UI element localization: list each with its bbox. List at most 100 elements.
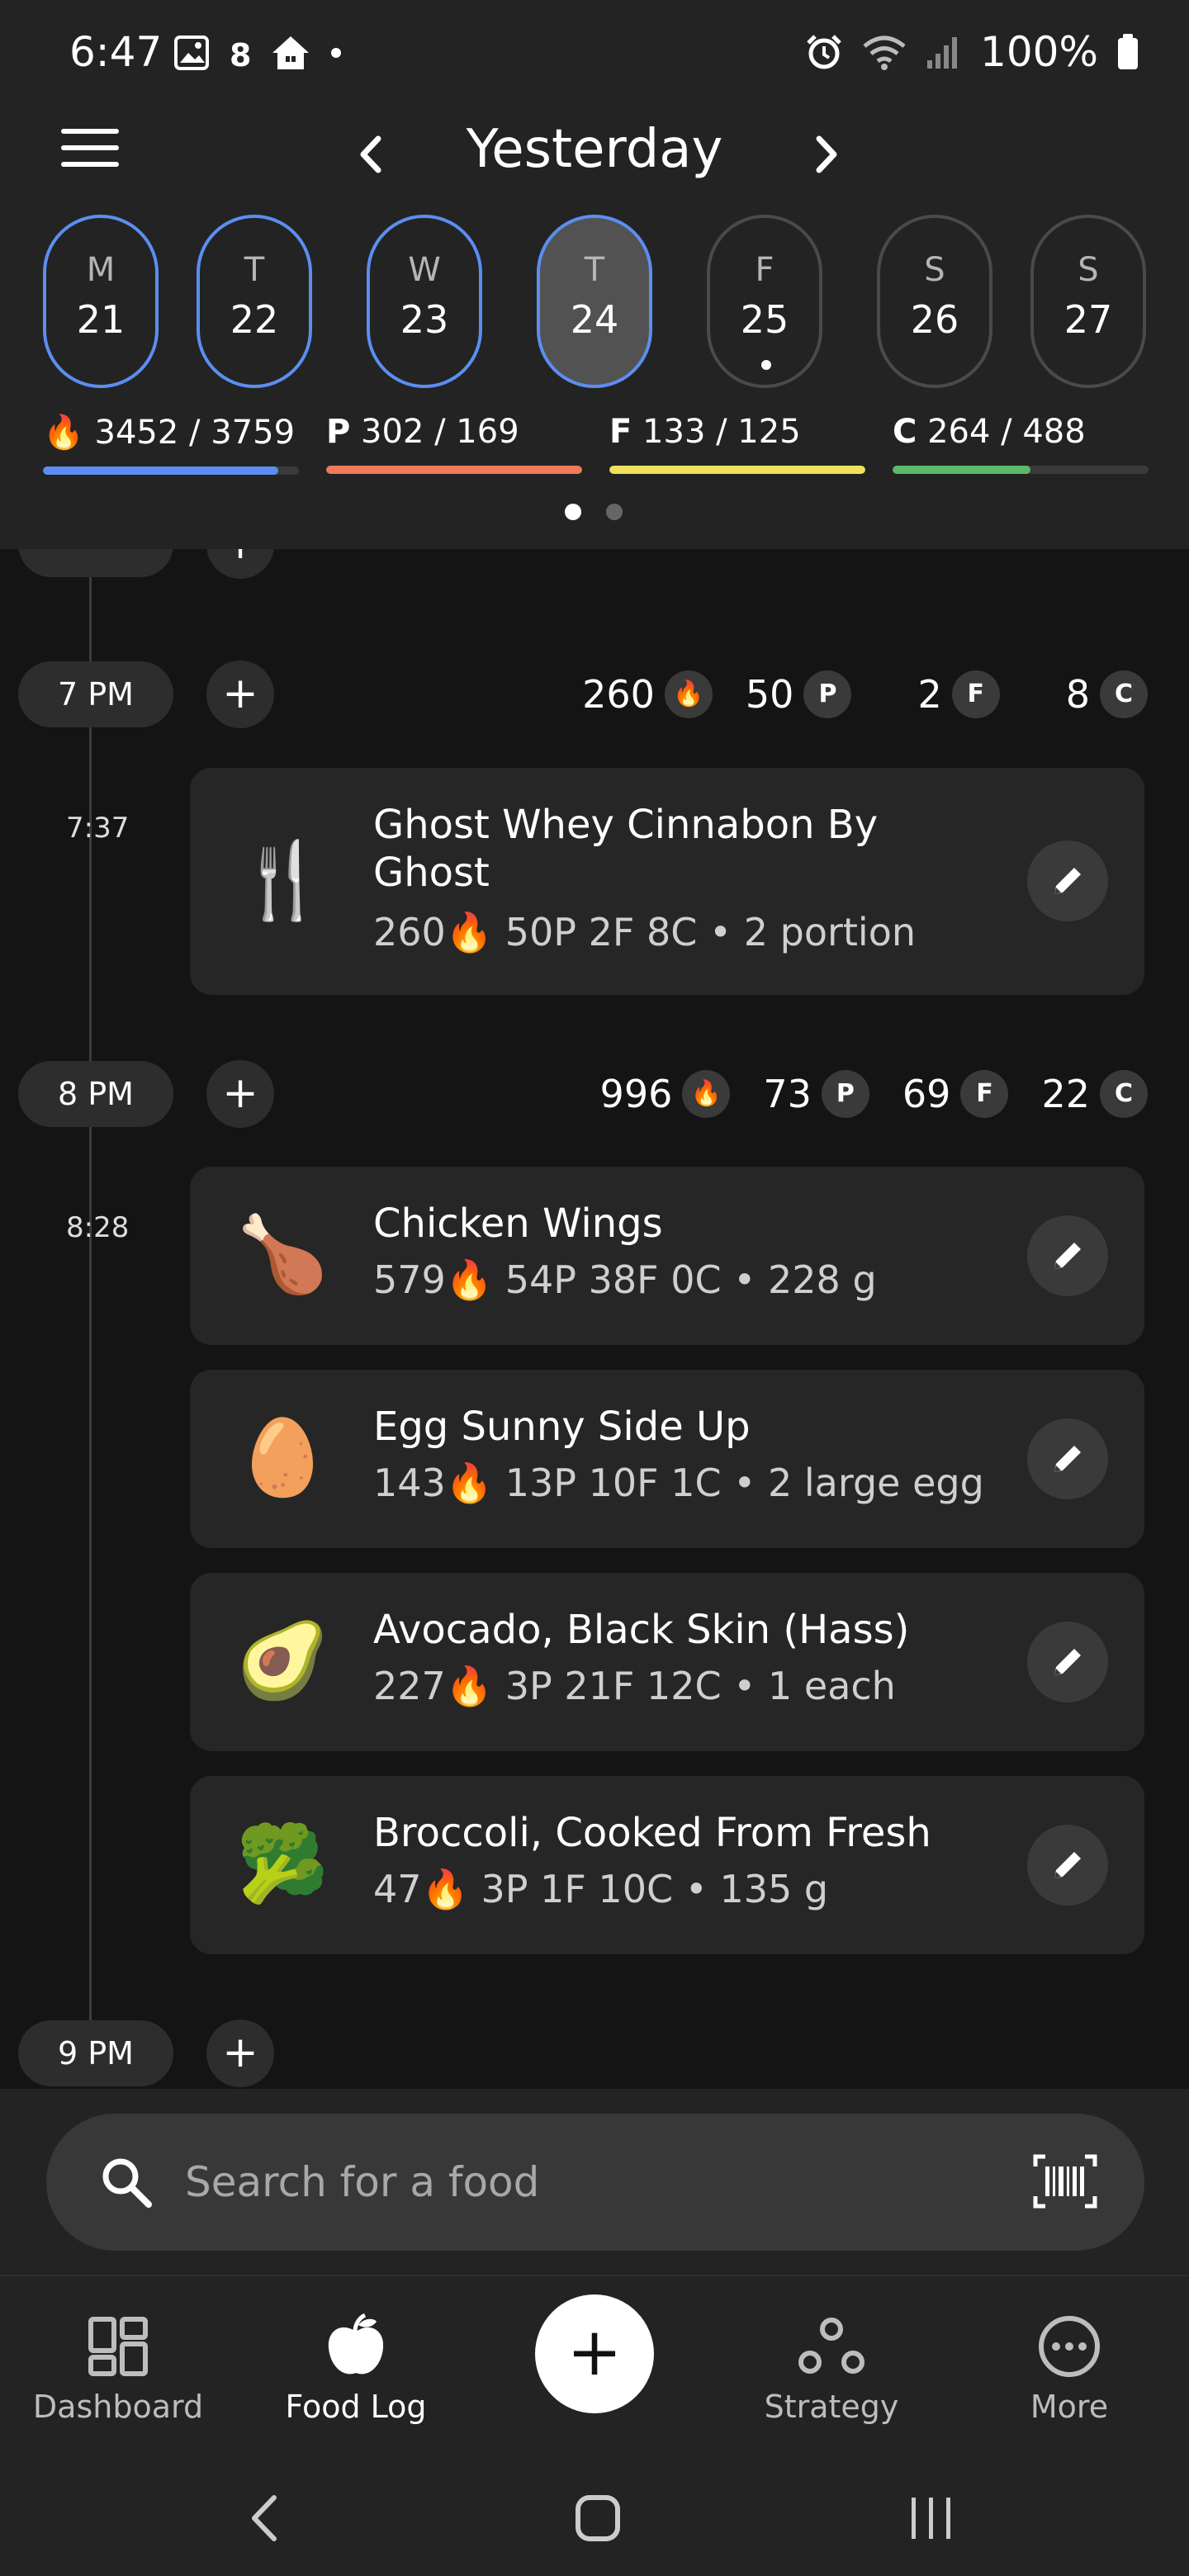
day-selector-fri-today[interactable]: F 25: [707, 215, 822, 388]
edit-entry-button[interactable]: [1027, 1215, 1108, 1296]
page-dot: [606, 504, 623, 520]
flame-icon: 🔥: [445, 910, 494, 954]
protein-value: 302 / 169: [361, 413, 519, 451]
food-entry-card[interactable]: 🥑 Avocado, Black Skin (Hass) 227🔥 3P 21F…: [190, 1573, 1144, 1751]
protein-badge: P: [821, 1070, 869, 1118]
day-selector-tue[interactable]: T 22: [197, 215, 312, 388]
quick-add-button[interactable]: +: [535, 2294, 654, 2413]
food-entry-card[interactable]: 🍴 Ghost Whey Cinnabon By Ghost 260🔥 50P …: [190, 768, 1144, 995]
food-search-bar[interactable]: [46, 2114, 1144, 2251]
calories-value: 3452 / 3759: [94, 414, 296, 452]
nav-strategy[interactable]: Strategy: [728, 2309, 935, 2425]
carbs-bar-fill: [893, 466, 1031, 474]
flame-icon: 🔥: [682, 1070, 731, 1118]
next-day-button[interactable]: [801, 125, 850, 183]
system-recents-icon[interactable]: [907, 2489, 956, 2547]
search-input[interactable]: [185, 2153, 928, 2211]
hour-pill-hidden[interactable]: [18, 549, 173, 577]
separator: •: [733, 1257, 756, 1302]
system-home-icon[interactable]: [573, 2489, 623, 2547]
protein-total: 50: [745, 672, 794, 717]
fat-progress[interactable]: F 133 / 125: [609, 413, 865, 474]
food-name: Ghost Whey Cinnabon By Ghost: [373, 802, 879, 896]
nav-dashboard[interactable]: Dashboard: [15, 2309, 221, 2425]
alarm-icon: [807, 35, 841, 69]
food-log-timeline[interactable]: + 7 PM + 260🔥 50P 2F 8C 7:37 🍴 Ghost Whe…: [0, 549, 1189, 2089]
system-back-icon[interactable]: [244, 2489, 286, 2547]
more-icon: [1039, 2316, 1100, 2377]
add-food-7pm-button[interactable]: +: [206, 661, 274, 728]
protein-bar-fill: [326, 466, 582, 474]
calories-progress[interactable]: 🔥 3452 / 3759: [43, 413, 299, 475]
nav-food-log[interactable]: Food Log: [253, 2309, 459, 2425]
search-section: [0, 2089, 1189, 2275]
carbs-bar: [893, 466, 1149, 474]
day-selector-wed[interactable]: W 23: [367, 215, 482, 388]
food-calories: 260: [373, 910, 446, 954]
status-icons-left: 8: [173, 33, 342, 73]
food-name: Avocado, Black Skin (Hass): [373, 1607, 910, 1653]
separator: •: [708, 910, 732, 954]
day-number: 22: [230, 297, 279, 342]
food-amount: 228 g: [768, 1257, 877, 1302]
menu-button[interactable]: [61, 129, 119, 178]
edit-entry-button[interactable]: [1027, 841, 1108, 921]
timeline-line: [89, 549, 92, 2052]
battery-icon: [1118, 34, 1138, 69]
food-calories: 579: [373, 1257, 446, 1302]
plus-icon: +: [566, 2313, 623, 2390]
day-letter: T: [584, 251, 605, 289]
food-amount: 2 portion: [743, 910, 917, 954]
food-calories: 143: [373, 1461, 446, 1505]
carbs-progress[interactable]: C 264 / 488: [893, 413, 1149, 474]
pencil-icon: [1054, 1649, 1081, 1675]
add-food-8pm-button[interactable]: +: [206, 1060, 274, 1128]
hour-pill-7pm[interactable]: 7 PM: [18, 661, 173, 727]
hour-pill-9pm[interactable]: 9 PM: [18, 2020, 173, 2086]
day-number: 26: [910, 297, 959, 342]
nav-more[interactable]: More: [966, 2309, 1172, 2425]
day-number: 24: [570, 297, 619, 342]
entry-time: 8:28: [66, 1211, 130, 1244]
day-letter: M: [86, 251, 116, 289]
barcode-scan-icon[interactable]: [1032, 2152, 1098, 2211]
fat-total: 69: [902, 1072, 951, 1116]
add-food-9pm-button[interactable]: +: [206, 2020, 274, 2087]
broccoli-icon: 🥦: [236, 1821, 329, 1907]
flame-icon: 🔥: [445, 1257, 494, 1302]
entry-time: 7:37: [66, 812, 130, 845]
carbs-total: 22: [1041, 1072, 1090, 1116]
food-entry-card[interactable]: 🥚 Egg Sunny Side Up 143🔥 13P 10F 1C • 2 …: [190, 1370, 1144, 1548]
day-selector-thu-selected[interactable]: T 24: [537, 215, 652, 388]
fat-badge: F: [951, 670, 1000, 718]
add-food-button[interactable]: +: [206, 549, 274, 579]
edit-entry-button[interactable]: [1027, 1622, 1108, 1702]
calories-bar-fill: [43, 466, 279, 475]
fat-value: 133 / 125: [642, 413, 801, 451]
day-selector-sat[interactable]: S 26: [877, 215, 992, 388]
day-selector-mon[interactable]: M 21: [43, 215, 159, 388]
food-calories: 47: [373, 1867, 422, 1911]
day-selector-sun[interactable]: S 27: [1030, 215, 1146, 388]
food-macros: 54P 38F 0C: [504, 1257, 722, 1302]
calories-total: 996: [599, 1072, 673, 1116]
avocado-icon: 🥑: [236, 1617, 329, 1704]
edit-entry-button[interactable]: [1027, 1825, 1108, 1906]
food-macros: 13P 10F 1C: [504, 1461, 722, 1505]
carbs-label: C: [893, 413, 917, 451]
hour-pill-8pm[interactable]: 8 PM: [18, 1061, 173, 1127]
food-amount: 2 large egg: [768, 1461, 984, 1505]
flame-icon: 🔥: [445, 1664, 494, 1708]
food-entry-card[interactable]: 🥦 Broccoli, Cooked From Fresh 47🔥 3P 1F …: [190, 1776, 1144, 1954]
edit-entry-button[interactable]: [1027, 1418, 1108, 1499]
carbs-value: 264 / 488: [927, 413, 1086, 451]
food-entry-card[interactable]: 🍗 Chicken Wings 579🔥 54P 38F 0C • 228 g: [190, 1167, 1144, 1345]
day-letter: W: [408, 251, 441, 289]
protein-progress[interactable]: P 302 / 169: [326, 413, 582, 474]
notification-8-icon: 8: [230, 37, 251, 71]
date-title: Yesterday: [466, 119, 723, 180]
nav-label: Dashboard: [32, 2389, 204, 2425]
day-number: 21: [76, 297, 126, 342]
day-number: 27: [1063, 297, 1113, 342]
previous-day-button[interactable]: [347, 125, 396, 183]
